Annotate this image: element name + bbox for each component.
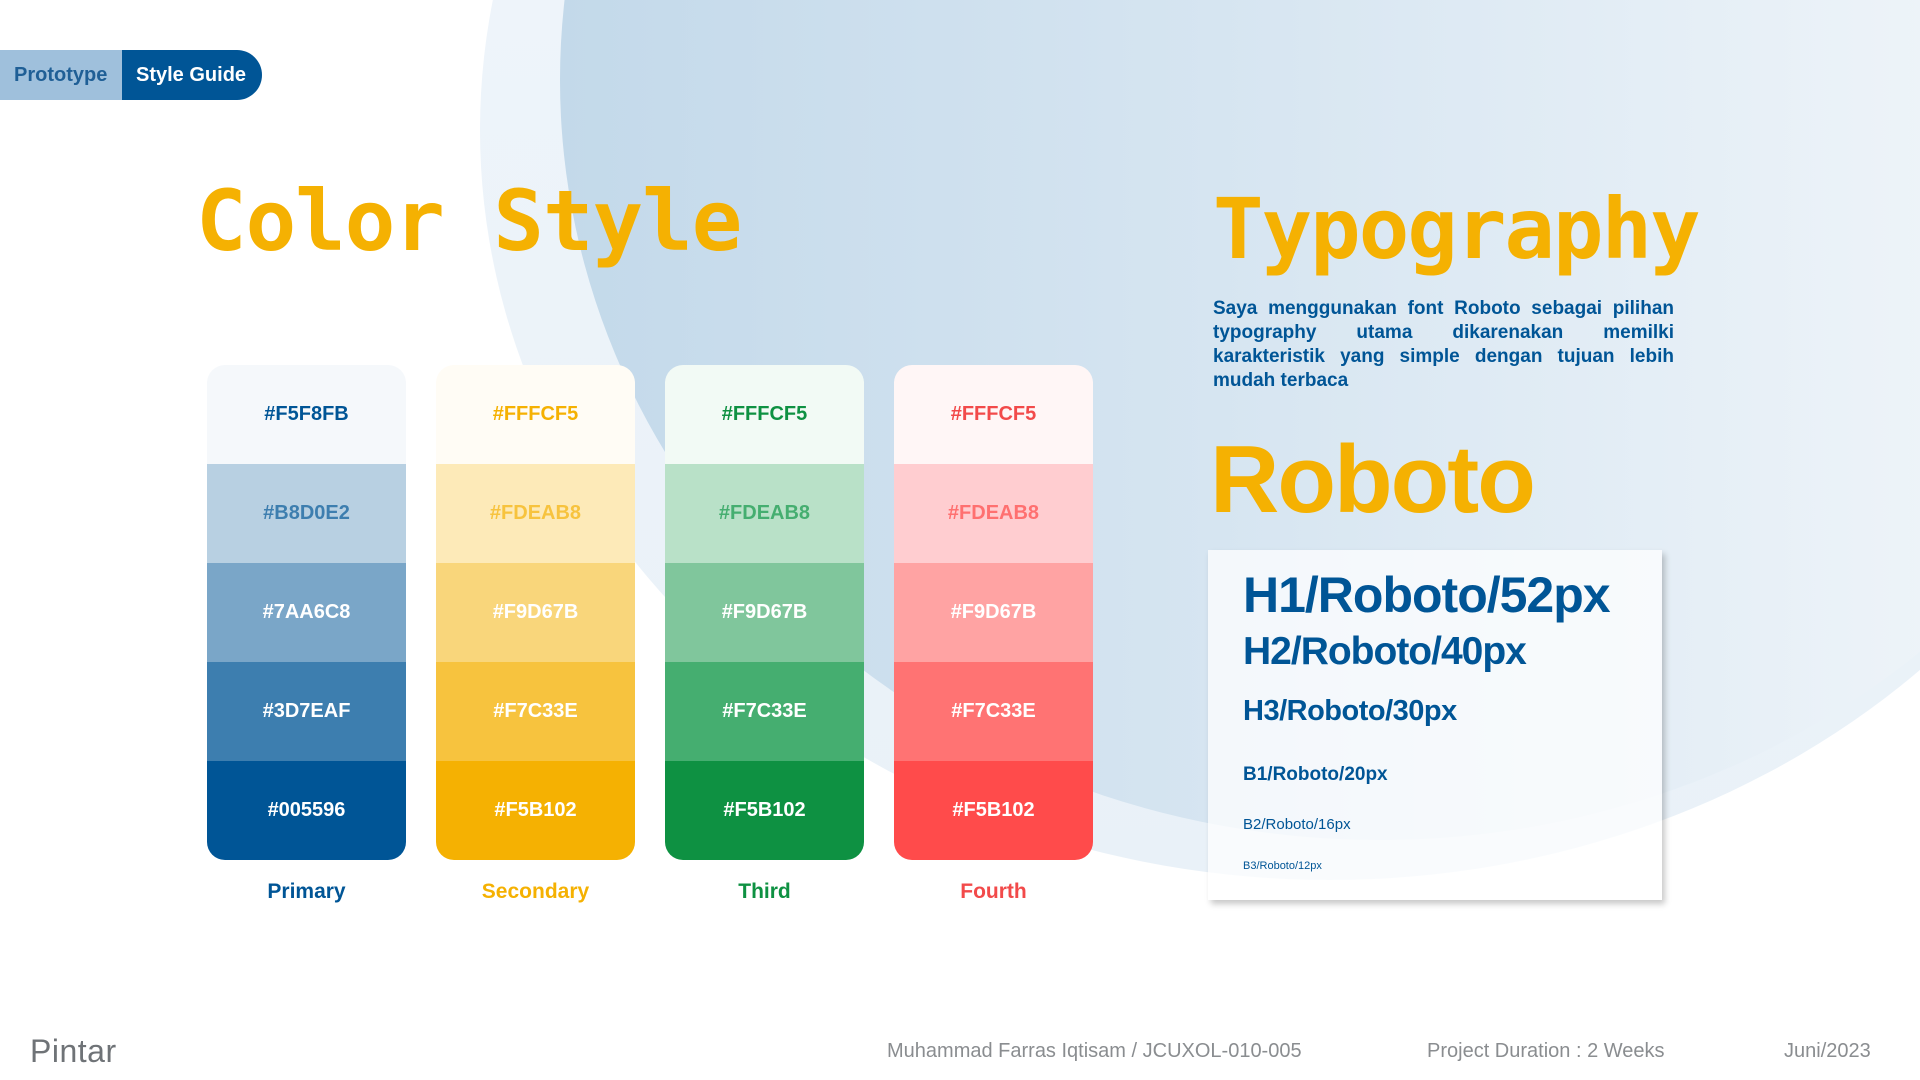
swatch: #F7C33E [436, 662, 635, 761]
swatch: #F5F8FB [207, 365, 406, 464]
tab-bar: Prototype Style Guide [0, 50, 262, 100]
swatch: #F7C33E [894, 662, 1093, 761]
swatch: #FFFCF5 [665, 365, 864, 464]
swatch: #3D7EAF [207, 662, 406, 761]
typography-description: Saya menggunakan font Roboto sebagai pil… [1213, 298, 1674, 391]
type-sample-h1: H1/Roboto/52px [1243, 567, 1611, 623]
slide-content: Prototype Style Guide Color Style #F5F8F… [0, 0, 1920, 1080]
type-sample-b3: B3/Roboto/12px [1243, 860, 1322, 872]
palette-fourth: #FFFCF5 #FDEAB8 #F9D67B #F7C33E #F5B102 [894, 365, 1093, 860]
swatch: #FDEAB8 [665, 464, 864, 563]
tab-style-guide[interactable]: Style Guide [122, 50, 262, 100]
palette-third: #FFFCF5 #FDEAB8 #F9D67B #F7C33E #F5B102 [665, 365, 864, 860]
swatch: #B8D0E2 [207, 464, 406, 563]
palette-primary: #F5F8FB #B8D0E2 #7AA6C8 #3D7EAF #005596 [207, 365, 406, 860]
swatch: #F7C33E [665, 662, 864, 761]
type-sample-h3: H3/Roboto/30px [1243, 695, 1457, 727]
swatch: #F5B102 [436, 761, 635, 860]
swatch: #FDEAB8 [436, 464, 635, 563]
swatch: #FFFCF5 [436, 365, 635, 464]
palette-label-primary: Primary [267, 880, 346, 903]
footer-author: Muhammad Farras Iqtisam / JCUXOL-010-005 [887, 1040, 1302, 1062]
color-style-title: Color Style [196, 172, 742, 270]
pintar-logo: Pintar [30, 1033, 117, 1069]
type-sample-b2: B2/Roboto/16px [1243, 816, 1351, 833]
swatch: #005596 [207, 761, 406, 860]
swatch: #F5B102 [665, 761, 864, 860]
swatch: #F9D67B [436, 563, 635, 662]
swatch: #FDEAB8 [894, 464, 1093, 563]
footer-date: Juni/2023 [1784, 1040, 1871, 1062]
palette-label-secondary: Secondary [481, 880, 590, 903]
palette-secondary: #FFFCF5 #FDEAB8 #F9D67B #F7C33E #F5B102 [436, 365, 635, 860]
swatch: #F5B102 [894, 761, 1093, 860]
type-scale-card: H1/Roboto/52px H2/Roboto/40px H3/Roboto/… [1208, 550, 1662, 900]
swatch: #FFFCF5 [894, 365, 1093, 464]
swatch: #F9D67B [665, 563, 864, 662]
palette-label-third: Third [738, 880, 791, 903]
swatch: #7AA6C8 [207, 563, 406, 662]
swatch: #F9D67B [894, 563, 1093, 662]
footer-duration: Project Duration : 2 Weeks [1427, 1040, 1665, 1062]
tab-prototype[interactable]: Prototype [0, 50, 122, 100]
typography-title: Typography [1213, 180, 1701, 278]
type-sample-b1: B1/Roboto/20px [1243, 764, 1388, 785]
palette-label-fourth: Fourth [960, 880, 1027, 903]
font-name-title: Roboto [1210, 426, 1536, 533]
type-sample-h2: H2/Roboto/40px [1243, 630, 1527, 673]
